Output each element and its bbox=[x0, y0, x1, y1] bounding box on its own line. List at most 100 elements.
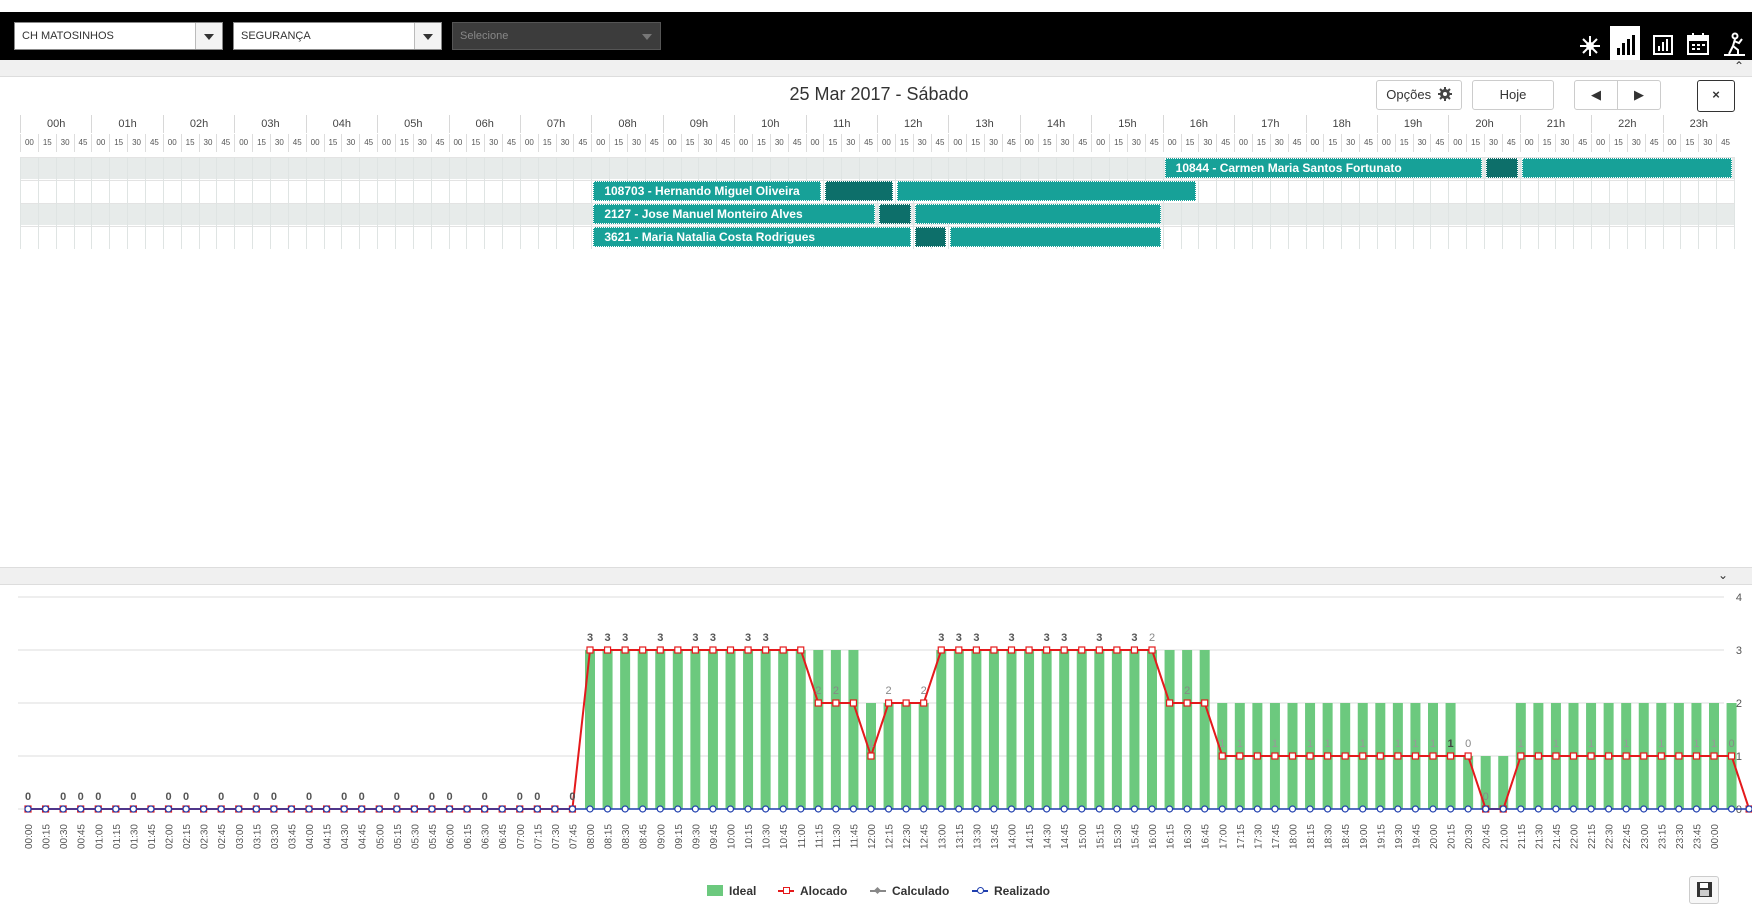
grid-line bbox=[323, 157, 325, 249]
x-tick-label: 00:00 bbox=[1710, 824, 1721, 849]
alocado-marker bbox=[1569, 752, 1578, 760]
hour-header: 03h bbox=[234, 115, 305, 133]
alocado-marker bbox=[586, 646, 594, 654]
shift-break-segment[interactable] bbox=[914, 227, 947, 247]
minute-header: 15 bbox=[323, 134, 342, 152]
chevron-down-icon[interactable] bbox=[414, 23, 441, 49]
shift-segment[interactable]: 2127 - Jose Manuel Monteiro Alves bbox=[593, 204, 875, 224]
location-select[interactable]: CH MATOSINHOS bbox=[14, 22, 223, 50]
realizado-marker bbox=[305, 805, 313, 813]
bar-chart-icon[interactable] bbox=[1610, 26, 1640, 60]
alocado-marker bbox=[1288, 752, 1297, 760]
shift-segment[interactable] bbox=[896, 181, 1197, 201]
data-label: 0 bbox=[218, 791, 224, 803]
minute-header: 00 bbox=[448, 134, 467, 152]
realizado-marker bbox=[1078, 805, 1086, 813]
shift-segment[interactable] bbox=[914, 204, 1161, 224]
realizado-marker bbox=[1411, 805, 1420, 813]
worker-icon[interactable] bbox=[1719, 26, 1749, 60]
legend-calculado[interactable]: Calculado bbox=[870, 884, 949, 898]
alocado-marker bbox=[709, 646, 717, 654]
chevron-down-icon[interactable] bbox=[634, 23, 660, 49]
ideal-bar bbox=[988, 650, 999, 809]
legend-ideal[interactable]: Ideal bbox=[707, 884, 756, 898]
shift-break-segment[interactable] bbox=[879, 204, 911, 224]
x-tick-label: 19:30 bbox=[1394, 824, 1405, 849]
realizado-marker bbox=[1148, 805, 1156, 813]
unit-select[interactable]: Selecione bbox=[452, 22, 661, 50]
minute-header: 00 bbox=[591, 134, 609, 152]
x-tick-label: 03:45 bbox=[287, 824, 298, 849]
department-select[interactable]: SEGURANÇA bbox=[233, 22, 442, 50]
grid-line bbox=[73, 157, 75, 249]
next-button[interactable]: ▶ bbox=[1617, 80, 1661, 110]
alocado-marker bbox=[990, 646, 998, 654]
save-button[interactable] bbox=[1689, 876, 1719, 904]
alocado-marker bbox=[1464, 752, 1472, 760]
realizado-marker bbox=[1499, 805, 1507, 813]
realizado-marker bbox=[1236, 805, 1244, 813]
legend-calculado-label: Calculado bbox=[892, 884, 950, 898]
data-label: 1 bbox=[1219, 738, 1225, 750]
data-label: 3 bbox=[710, 632, 716, 644]
shift-segment[interactable] bbox=[950, 227, 1161, 247]
shift-segment[interactable]: 3621 - Maria Natalia Costa Rodrigues bbox=[593, 227, 911, 247]
shift-break-segment[interactable] bbox=[1486, 158, 1518, 178]
x-tick-label: 05:45 bbox=[428, 824, 439, 849]
realizado-marker bbox=[814, 805, 822, 813]
alocado-marker bbox=[1078, 646, 1086, 654]
shift-segment[interactable]: 10844 - Carmen Maria Santos Fortunato bbox=[1164, 158, 1483, 178]
x-tick-label: 18:30 bbox=[1324, 824, 1335, 849]
ideal-bar bbox=[602, 650, 613, 809]
minute-header: 00 bbox=[1305, 134, 1324, 152]
x-tick-label: 11:30 bbox=[832, 824, 843, 849]
calendar-icon[interactable] bbox=[1683, 26, 1713, 60]
grid-line bbox=[198, 157, 200, 249]
realizado-marker bbox=[252, 805, 260, 813]
chevron-down-icon[interactable]: ⌄ bbox=[1718, 568, 1728, 582]
x-tick-label: 11:00 bbox=[797, 824, 808, 849]
close-button[interactable]: × bbox=[1697, 80, 1735, 112]
minute-header: 15 bbox=[1180, 134, 1199, 152]
ideal-bar bbox=[743, 650, 754, 809]
realizado-marker bbox=[1183, 805, 1191, 813]
today-button[interactable]: Hoje bbox=[1472, 80, 1554, 110]
alocado-marker bbox=[621, 646, 629, 654]
data-label: 0 bbox=[306, 791, 312, 803]
grid-line bbox=[144, 157, 146, 249]
prev-button[interactable]: ◀ bbox=[1574, 80, 1618, 110]
network-icon[interactable] bbox=[1575, 26, 1605, 60]
shift-break-segment[interactable] bbox=[825, 181, 893, 201]
shift-segment[interactable] bbox=[1521, 158, 1732, 178]
minute-header: 15 bbox=[1609, 134, 1627, 152]
shift-segment[interactable]: 108703 - Hernando Miguel Oliveira bbox=[593, 181, 822, 201]
alocado-marker bbox=[1359, 752, 1367, 760]
data-label: 0 bbox=[341, 791, 347, 803]
alocado-marker bbox=[1605, 752, 1613, 760]
realizado-marker bbox=[586, 805, 594, 813]
ideal-bar bbox=[707, 650, 718, 809]
x-tick-label: 19:45 bbox=[1411, 824, 1422, 849]
legend-realizado[interactable]: Realizado bbox=[972, 884, 1050, 898]
x-tick-label: 10:00 bbox=[727, 824, 738, 849]
alocado-marker bbox=[797, 646, 805, 654]
x-tick-label: 06:15 bbox=[463, 824, 474, 849]
lower-collapse-bar: ⌄ bbox=[0, 567, 1752, 585]
x-tick-label: 22:30 bbox=[1605, 824, 1616, 849]
grid-line bbox=[377, 157, 379, 249]
grid-line bbox=[341, 157, 343, 249]
realizado-marker bbox=[603, 805, 612, 813]
hour-header: 12h bbox=[877, 115, 948, 133]
data-label: 0 bbox=[130, 791, 136, 803]
minute-header: 45 bbox=[644, 134, 663, 152]
chart-panel-icon[interactable] bbox=[1648, 26, 1678, 60]
realizado-marker bbox=[217, 805, 225, 813]
hour-header: 09h bbox=[662, 115, 734, 133]
chevron-down-icon[interactable] bbox=[195, 23, 222, 49]
chevron-up-icon[interactable]: ⌃ bbox=[1734, 59, 1744, 73]
grid-line bbox=[287, 157, 289, 249]
x-tick-label: 03:00 bbox=[235, 824, 246, 849]
legend-alocado[interactable]: Alocado bbox=[778, 884, 847, 898]
realizado-marker bbox=[1218, 805, 1226, 813]
options-button[interactable]: Opções bbox=[1376, 80, 1462, 110]
